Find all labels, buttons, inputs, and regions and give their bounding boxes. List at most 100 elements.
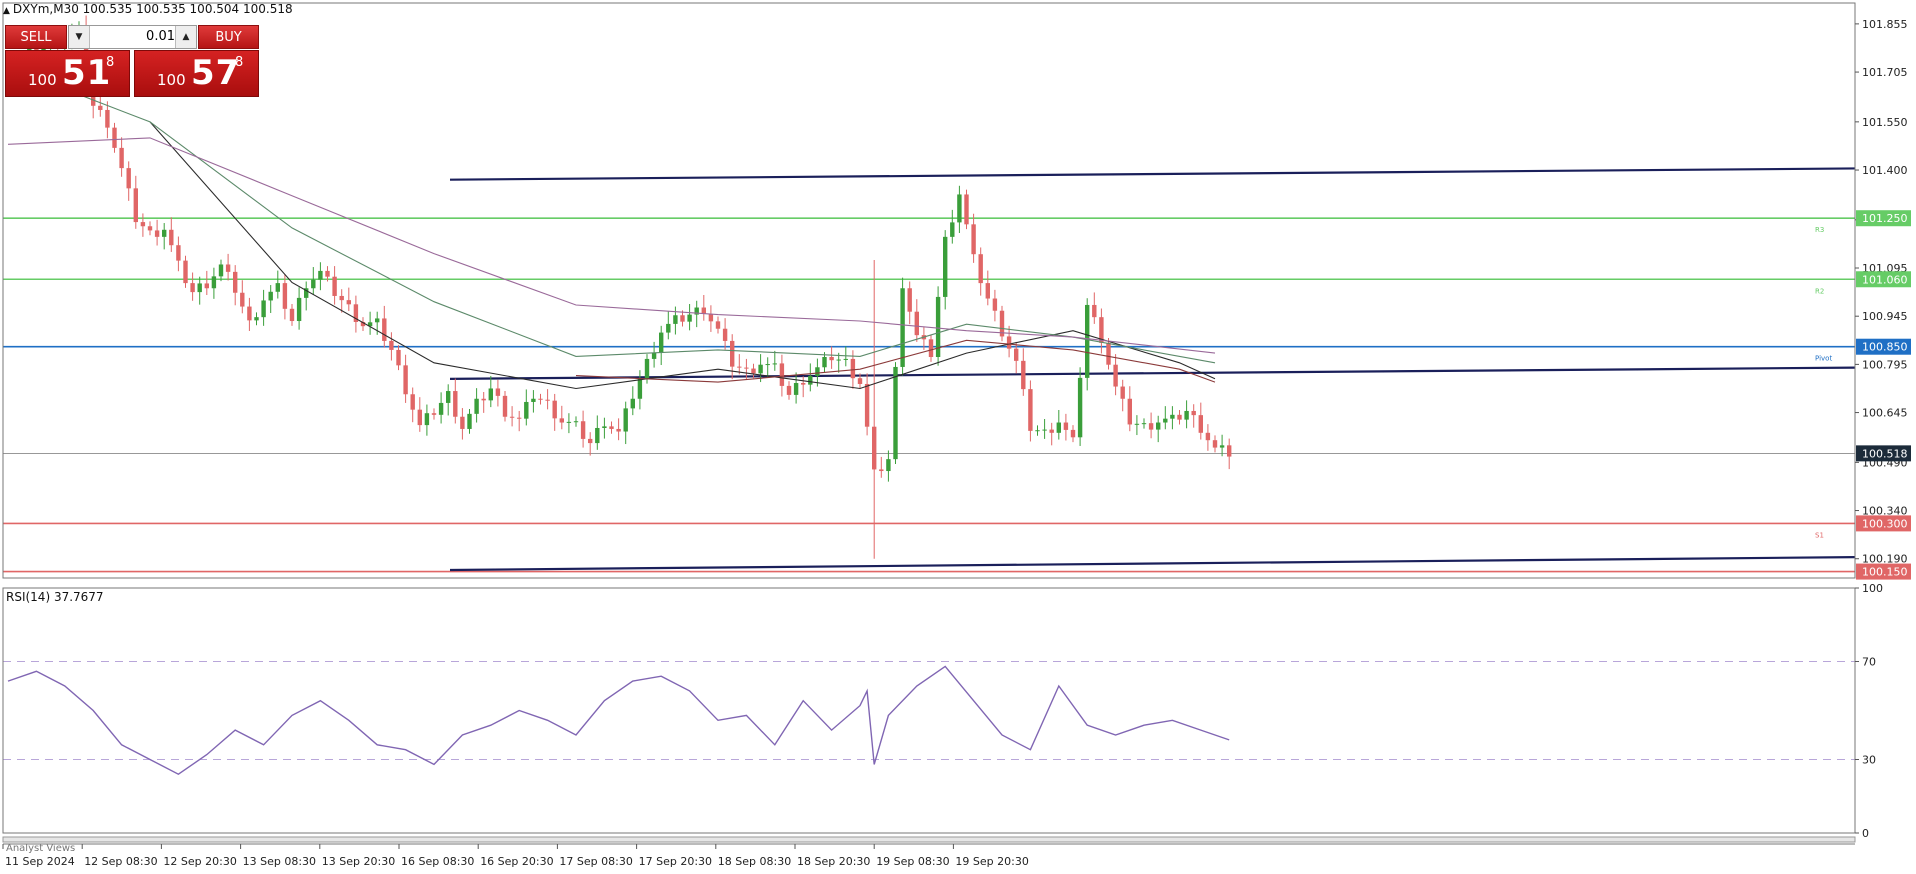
candle-body: [233, 271, 238, 293]
candle-body: [687, 314, 692, 322]
candle-body: [183, 260, 188, 284]
price-tick-label: 100.945: [1862, 310, 1908, 323]
candle-body: [417, 409, 422, 426]
price-panel: R3 R2 Pivot S1: [3, 15, 1856, 573]
panel-separator: [2, 836, 1856, 843]
candle-body: [509, 416, 515, 418]
candle-body: [815, 367, 820, 376]
candle-body: [779, 363, 785, 386]
candle-body: [1063, 422, 1069, 430]
candle-body: [765, 364, 770, 366]
candle-body: [886, 459, 891, 472]
price-tick-label: 101.855: [1862, 18, 1908, 31]
candle-body: [1177, 414, 1182, 420]
candle-body: [737, 366, 742, 368]
candle-body: [1205, 432, 1211, 441]
time-tick-label: 18 Sep 20:30: [797, 855, 870, 868]
price-tick-label: 101.705: [1862, 66, 1908, 79]
candle-body: [1156, 422, 1161, 430]
moving-average-line: [7, 66, 1216, 364]
candle-body: [950, 222, 955, 237]
candle-body: [332, 276, 337, 296]
candle-body: [538, 398, 543, 400]
collapse-triangle-icon[interactable]: ▲: [3, 6, 10, 16]
time-tick-label: 18 Sep 08:30: [718, 855, 791, 868]
lot-size-input[interactable]: [91, 26, 179, 48]
candle-body: [666, 323, 671, 333]
candle-body: [978, 254, 983, 284]
candle-body: [1006, 336, 1012, 349]
rsi-tick-label: 100: [1862, 582, 1883, 595]
candle-body: [502, 395, 508, 417]
channel-line: [449, 556, 1856, 572]
candle-body: [1227, 445, 1232, 457]
time-tick-label: 12 Sep 08:30: [84, 855, 157, 868]
candle-body: [971, 224, 976, 255]
candle-body: [850, 358, 856, 379]
candle-body: [751, 368, 756, 374]
candle-body: [410, 394, 415, 410]
lot-decrease-icon[interactable]: ▼: [69, 26, 90, 48]
candle-body: [211, 276, 217, 289]
candle-body: [552, 400, 557, 419]
sell-price-quote[interactable]: 100 51 8: [5, 50, 130, 97]
level-price-label: 100.150: [1862, 566, 1908, 579]
candle-body: [346, 300, 351, 305]
candle-body: [864, 383, 870, 427]
candle-body: [1035, 430, 1040, 432]
candle-body: [1042, 429, 1047, 431]
candle-body: [644, 358, 650, 379]
candle-body: [616, 428, 621, 432]
buy-price-quote[interactable]: 100 57 8: [134, 50, 259, 97]
candle-body: [474, 398, 479, 414]
candle-body: [382, 318, 387, 341]
ohlc-values: 100.535 100.535 100.504 100.518: [82, 2, 293, 16]
buy-price-pips: 57: [191, 53, 241, 93]
candle-body: [992, 298, 998, 311]
candle-body: [389, 340, 394, 350]
candle-body: [98, 105, 103, 110]
candle-body: [1198, 415, 1203, 433]
candle-body: [708, 313, 714, 322]
candle-body: [964, 194, 969, 225]
candle-body: [1184, 410, 1189, 420]
chart-canvas: R3R2PivotS1 101.855101.705101.550101.400…: [2, 2, 1911, 868]
candle-body: [1212, 440, 1218, 448]
candle-body: [204, 283, 209, 289]
candle-body: [829, 356, 834, 361]
candle-body: [595, 427, 600, 444]
analyst-views-label[interactable]: Analyst Views: [6, 843, 75, 854]
candle-body: [403, 365, 408, 395]
candle-body: [1127, 398, 1132, 425]
candle-body: [218, 264, 224, 277]
candle-body: [843, 358, 848, 360]
candle-body: [1092, 304, 1097, 318]
candle-body: [119, 147, 124, 169]
price-tick-label: 101.550: [1862, 116, 1908, 129]
candle-body: [1070, 429, 1076, 438]
lot-increase-icon[interactable]: ▲: [175, 26, 196, 48]
candle-body: [154, 230, 160, 237]
candle-body: [467, 413, 472, 429]
rsi-tick-label: 0: [1862, 827, 1869, 840]
candle-body: [758, 364, 763, 374]
candle-body: [460, 416, 465, 429]
candle-body: [580, 421, 586, 439]
candle-body: [375, 318, 380, 323]
candle-body: [240, 292, 245, 307]
candle-body: [1219, 445, 1225, 448]
candle-body: [126, 168, 131, 189]
candle-body: [1141, 423, 1147, 425]
candle-body: [318, 270, 323, 280]
candle-body: [325, 270, 330, 277]
candle-body: [481, 398, 486, 401]
buy-button[interactable]: BUY: [198, 25, 259, 49]
sell-button[interactable]: SELL: [5, 25, 67, 49]
level-tag: R2: [1815, 287, 1824, 295]
candle-body: [453, 391, 458, 417]
candle-body: [744, 367, 749, 369]
time-tick-label: 13 Sep 08:30: [243, 855, 316, 868]
price-tick-label: 100.795: [1862, 358, 1908, 371]
candle-body: [268, 291, 273, 301]
candle-body: [282, 283, 288, 309]
